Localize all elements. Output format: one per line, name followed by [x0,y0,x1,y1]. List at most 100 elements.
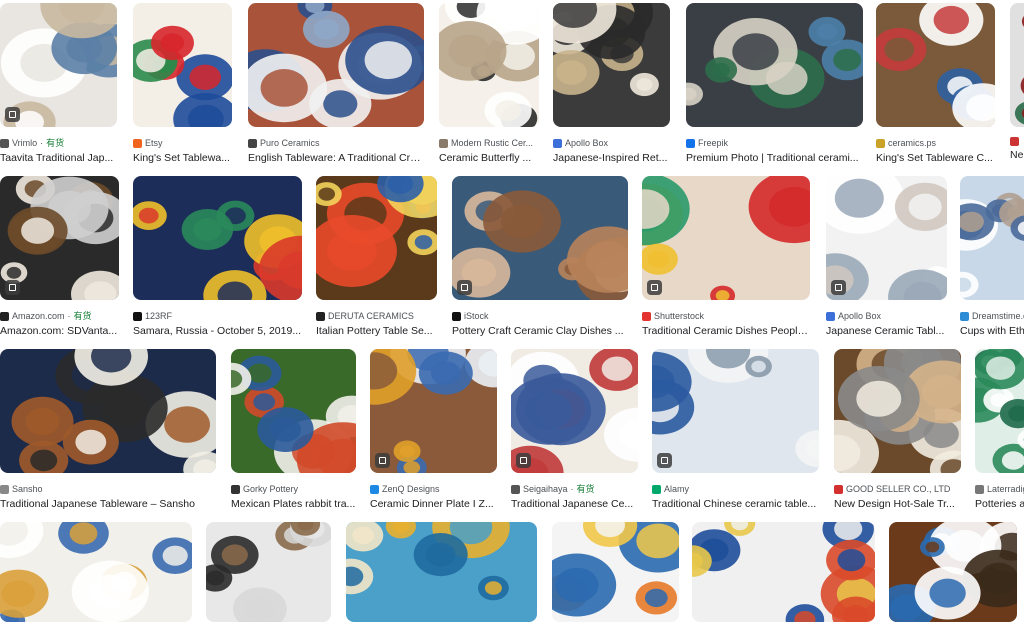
result-title[interactable]: Mexican Plates rabbit tra... [231,498,356,511]
result-source[interactable]: Sansho [0,483,216,495]
result-source[interactable]: ceramics.ps [876,137,995,149]
result-source[interactable]: Shutterstock [642,310,810,322]
image-result-card[interactable]: Amazon.com·有货 Amazon.com: SDVanta... [0,176,119,338]
result-thumbnail[interactable] [0,522,192,622]
image-result-card[interactable] [346,522,537,622]
result-source[interactable]: Alamy [652,483,819,495]
image-result-card[interactable] [692,522,875,622]
image-result-card[interactable]: Laterradig Potteries a [975,349,1024,511]
image-result-card[interactable]: Alamy Traditional Chinese ceramic table..… [652,349,819,511]
result-thumbnail[interactable] [642,176,810,300]
result-thumbnail[interactable] [439,3,539,127]
result-thumbnail[interactable] [316,176,437,300]
result-source[interactable]: iStock [452,310,628,322]
result-thumbnail[interactable] [133,176,302,300]
result-title[interactable]: Cups with Eth [960,325,1024,338]
result-thumbnail[interactable] [0,176,119,300]
image-result-card[interactable]: GOOD SELLER CO., LTD New Design Hot-Sale … [834,349,961,511]
result-thumbnail[interactable] [876,3,995,127]
result-thumbnail[interactable] [552,522,679,622]
image-result-card[interactable]: Apollo Box Japanese Ceramic Tabl... [826,176,947,338]
result-title[interactable]: Ne [1010,149,1024,162]
result-title[interactable]: Ceramic Dinner Plate I Z... [370,498,497,511]
result-source[interactable]: Laterradig [975,483,1024,495]
result-thumbnail[interactable] [686,3,863,127]
result-thumbnail[interactable] [975,349,1024,473]
result-title[interactable]: Amazon.com: SDVanta... [0,325,119,338]
image-result-card[interactable]: Sansho Traditional Japanese Tableware – S… [0,349,216,511]
result-source[interactable]: GOOD SELLER CO., LTD [834,483,961,495]
image-result-card[interactable]: Seigaihaya·有货 Traditional Japanese Ce... [511,349,638,511]
result-title[interactable]: Pottery Craft Ceramic Clay Dishes ... [452,325,628,338]
result-source[interactable]: Seigaihaya·有货 [511,483,638,495]
result-thumbnail[interactable] [0,3,117,127]
result-title[interactable]: Japanese-Inspired Ret... [553,152,670,165]
result-title[interactable]: Traditional Chinese ceramic table... [652,498,819,511]
result-source[interactable] [1010,137,1024,146]
image-result-card[interactable]: Etsy King's Set Tablewa... [133,3,232,165]
result-title[interactable]: Traditional Ceramic Dishes People... [642,325,810,338]
result-source[interactable]: Apollo Box [826,310,947,322]
result-thumbnail[interactable] [370,349,497,473]
result-thumbnail[interactable] [452,176,628,300]
image-result-card[interactable] [0,522,192,622]
image-result-card[interactable] [889,522,1017,622]
image-result-card[interactable]: Ne [1010,3,1024,162]
result-thumbnail[interactable] [1010,3,1024,127]
result-source[interactable]: Apollo Box [553,137,670,149]
image-result-card[interactable]: Gorky Pottery Mexican Plates rabbit tra..… [231,349,356,511]
image-result-card[interactable]: Puro Ceramics English Tableware: A Tradit… [248,3,424,165]
result-thumbnail[interactable] [834,349,961,473]
result-title[interactable]: English Tableware: A Traditional Cra... [248,152,424,165]
result-title[interactable]: Japanese Ceramic Tabl... [826,325,947,338]
image-result-card[interactable]: Shutterstock Traditional Ceramic Dishes P… [642,176,810,338]
result-thumbnail[interactable] [346,522,537,622]
result-thumbnail[interactable] [652,349,819,473]
result-title[interactable]: Italian Pottery Table Se... [316,325,437,338]
result-thumbnail[interactable] [511,349,638,473]
result-title[interactable]: New Design Hot-Sale Tr... [834,498,961,511]
result-title[interactable]: Ceramic Butterfly ... [439,152,539,165]
image-result-card[interactable]: ZenQ Designs Ceramic Dinner Plate I Z... [370,349,497,511]
result-thumbnail[interactable] [248,3,424,127]
result-thumbnail[interactable] [826,176,947,300]
result-source[interactable]: Dreamstime.com [960,310,1024,322]
result-title[interactable]: Traditional Japanese Ce... [511,498,638,511]
image-result-card[interactable] [206,522,331,622]
image-result-card[interactable]: iStock Pottery Craft Ceramic Clay Dishes … [452,176,628,338]
result-thumbnail[interactable] [960,176,1024,300]
result-source[interactable]: Modern Rustic Cer... [439,137,539,149]
image-result-card[interactable]: Freepik Premium Photo | Traditional ceram… [686,3,863,165]
image-result-card[interactable]: DERUTA CERAMICS Italian Pottery Table Se.… [316,176,437,338]
result-title[interactable]: Traditional Japanese Tableware – Sansho [0,498,216,511]
image-result-card[interactable]: ceramics.ps King's Set Tableware C... [876,3,995,165]
image-result-card[interactable]: Apollo Box Japanese-Inspired Ret... [553,3,670,165]
result-source[interactable]: Vrimlo·有货 [0,137,117,149]
result-title[interactable]: Taavita Traditional Jap... [0,152,117,165]
result-source[interactable]: Amazon.com·有货 [0,310,119,322]
result-thumbnail[interactable] [206,522,331,622]
image-result-card[interactable]: Dreamstime.com Cups with Eth [960,176,1024,338]
result-thumbnail[interactable] [133,3,232,127]
result-source[interactable]: DERUTA CERAMICS [316,310,437,322]
result-thumbnail[interactable] [692,522,875,622]
result-title[interactable]: Potteries a [975,498,1024,511]
image-result-card[interactable]: Vrimlo·有货 Taavita Traditional Jap... [0,3,117,165]
image-result-card[interactable] [552,522,679,622]
result-thumbnail[interactable] [553,3,670,127]
result-source[interactable]: Freepik [686,137,863,149]
result-title[interactable]: Samara, Russia - October 5, 2019... [133,325,302,338]
result-thumbnail[interactable] [889,522,1017,622]
result-title[interactable]: King's Set Tableware C... [876,152,995,165]
image-result-card[interactable]: 123RF Samara, Russia - October 5, 2019... [133,176,302,338]
result-thumbnail[interactable] [231,349,356,473]
result-thumbnail[interactable] [0,349,216,473]
result-source[interactable]: Puro Ceramics [248,137,424,149]
result-source[interactable]: ZenQ Designs [370,483,497,495]
result-title[interactable]: Premium Photo | Traditional cerami... [686,152,863,165]
result-source[interactable]: 123RF [133,310,302,322]
result-source[interactable]: Etsy [133,137,232,149]
result-title[interactable]: King's Set Tablewa... [133,152,232,165]
image-result-card[interactable]: Modern Rustic Cer... Ceramic Butterfly ..… [439,3,539,165]
result-source[interactable]: Gorky Pottery [231,483,356,495]
